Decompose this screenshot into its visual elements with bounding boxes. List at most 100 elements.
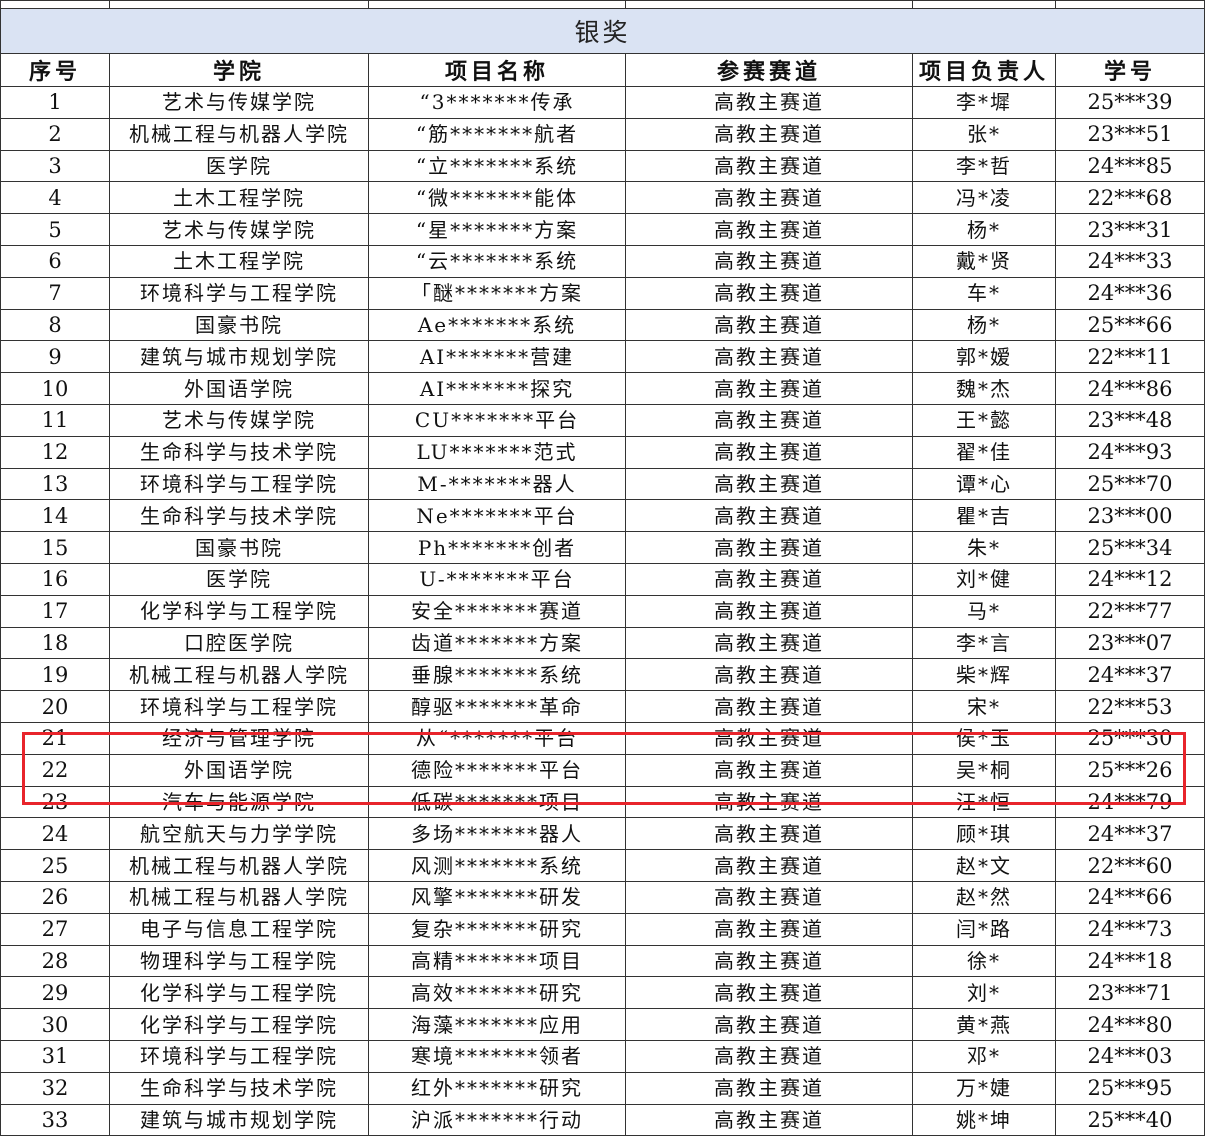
cell-student-id: 24***86 bbox=[1055, 372, 1205, 405]
table-row: 2 机械工程与机器人学院 “筋*******航者 高教主赛道 张* 23***51 bbox=[0, 117, 1205, 151]
cell-index: 32 bbox=[0, 1071, 110, 1105]
cell-index: 31 bbox=[0, 1039, 110, 1073]
table-row: 20 环境科学与工程学院 醇驱*******革命 高教主赛道 宋* 22***53 bbox=[0, 690, 1205, 723]
cell-track: 高教主赛道 bbox=[625, 785, 913, 819]
cell-leader: 朱* bbox=[912, 531, 1056, 564]
table-row: 27 电子与信息工程学院 复杂*******研究 高教主赛道 闫*路 24***73 bbox=[0, 912, 1205, 946]
table-row: 23 汽车与能源学院 低碳*******项目 高教主赛道 汪*恒 24***79 bbox=[0, 785, 1205, 819]
cell-college: 物理科学与工程学院 bbox=[109, 944, 369, 978]
cell-project-name: 垂腺*******系统 bbox=[368, 658, 626, 692]
cell-index: 11 bbox=[0, 403, 110, 437]
cell-leader: 李*言 bbox=[912, 626, 1056, 660]
cell-college: 机械工程与机器人学院 bbox=[109, 658, 369, 692]
cell-track: 高教主赛道 bbox=[625, 976, 913, 1010]
previous-row-cut bbox=[0, 0, 1205, 9]
table-row: 19 机械工程与机器人学院 垂腺*******系统 高教主赛道 柴*辉 24***37 bbox=[0, 658, 1205, 692]
cell-college: 外国语学院 bbox=[109, 753, 369, 787]
cell-project-name: 安全*******赛道 bbox=[368, 594, 626, 628]
cell-student-id: 22***77 bbox=[1055, 594, 1205, 628]
cell-student-id: 23***71 bbox=[1055, 976, 1205, 1010]
cell-leader: 黄*燕 bbox=[912, 1008, 1056, 1041]
cell-student-id: 24***33 bbox=[1055, 244, 1205, 278]
cell-leader: 柴*辉 bbox=[912, 658, 1056, 692]
cell-college: 机械工程与机器人学院 bbox=[109, 117, 369, 151]
cell-college: 建筑与城市规划学院 bbox=[109, 340, 369, 374]
cell-project-name: “立*******系统 bbox=[368, 149, 626, 183]
cell-student-id: 25***30 bbox=[1055, 721, 1205, 755]
cell-college: 艺术与传媒学院 bbox=[109, 403, 369, 437]
table-row: 8 国豪书院 Ae*******系统 高教主赛道 杨* 25***66 bbox=[0, 308, 1205, 342]
cell-index: 27 bbox=[0, 912, 110, 946]
cell-college: 外国语学院 bbox=[109, 372, 369, 405]
cell-leader: 马* bbox=[912, 594, 1056, 628]
cell-student-id: 24***36 bbox=[1055, 276, 1205, 310]
cell-track: 高教主赛道 bbox=[625, 435, 913, 469]
table-row: 26 机械工程与机器人学院 风擎*******研发 高教主赛道 赵*然 24***66 bbox=[0, 880, 1205, 914]
cell-project-name: 高精*******项目 bbox=[368, 944, 626, 978]
cell-track: 高教主赛道 bbox=[625, 658, 913, 692]
header-index: 序号 bbox=[0, 53, 110, 87]
cell-track: 高教主赛道 bbox=[625, 340, 913, 374]
cell-leader: 郭*嫒 bbox=[912, 340, 1056, 374]
cell-leader: 王*懿 bbox=[912, 403, 1056, 437]
cell-college: 汽车与能源学院 bbox=[109, 785, 369, 819]
cell-index: 17 bbox=[0, 594, 110, 628]
cell-college: 口腔医学院 bbox=[109, 626, 369, 660]
cell-index: 7 bbox=[0, 276, 110, 310]
cell-index: 24 bbox=[0, 817, 110, 851]
cell-college: 医学院 bbox=[109, 149, 369, 183]
table-row: 29 化学科学与工程学院 高效*******研究 高教主赛道 刘* 23***71 bbox=[0, 976, 1205, 1010]
cell-project-name: 多场*******器人 bbox=[368, 817, 626, 851]
cell-index: 33 bbox=[0, 1103, 110, 1136]
cell-leader: 万*婕 bbox=[912, 1071, 1056, 1105]
cell-project-name: 高效*******研究 bbox=[368, 976, 626, 1010]
cell-project-name: 醇驱*******革命 bbox=[368, 690, 626, 723]
cell-track: 高教主赛道 bbox=[625, 562, 913, 596]
cell-index: 29 bbox=[0, 976, 110, 1010]
cell-index: 16 bbox=[0, 562, 110, 596]
cell-project-name: 风擎*******研发 bbox=[368, 880, 626, 914]
cell-leader: 冯*凌 bbox=[912, 181, 1056, 215]
header-student-id: 学号 bbox=[1055, 53, 1205, 87]
cell-project-name: 沪派*******行动 bbox=[368, 1103, 626, 1136]
header-leader: 项目负责人 bbox=[912, 53, 1056, 87]
cell-student-id: 25***66 bbox=[1055, 308, 1205, 342]
cell-college: 国豪书院 bbox=[109, 308, 369, 342]
table-row: 18 口腔医学院 齿道*******方案 高教主赛道 李*言 23***07 bbox=[0, 626, 1205, 660]
cell-college: 医学院 bbox=[109, 562, 369, 596]
table-row: 13 环境科学与工程学院 M-*******器人 高教主赛道 谭*心 25***70 bbox=[0, 467, 1205, 501]
cell-project-name: M-*******器人 bbox=[368, 467, 626, 501]
cell-index: 12 bbox=[0, 435, 110, 469]
cell-index: 30 bbox=[0, 1008, 110, 1041]
cell-student-id: 24***37 bbox=[1055, 658, 1205, 692]
cell-project-name: 「醚*******方案 bbox=[368, 276, 626, 310]
cell-leader: 杨* bbox=[912, 213, 1056, 246]
cell-college: 生命科学与技术学院 bbox=[109, 499, 369, 533]
cell-track: 高教主赛道 bbox=[625, 690, 913, 723]
cell-index: 4 bbox=[0, 181, 110, 215]
header-project-name: 项目名称 bbox=[368, 53, 626, 87]
cell-track: 高教主赛道 bbox=[625, 86, 913, 119]
cell-leader: 瞿*吉 bbox=[912, 499, 1056, 533]
cell-project-name: Ae*******系统 bbox=[368, 308, 626, 342]
cell-index: 28 bbox=[0, 944, 110, 978]
cell-leader: 刘*健 bbox=[912, 562, 1056, 596]
cell-track: 高教主赛道 bbox=[625, 1039, 913, 1073]
cell-project-name: AI*******营建 bbox=[368, 340, 626, 374]
cell-leader: 李*墀 bbox=[912, 86, 1056, 119]
cell-track: 高教主赛道 bbox=[625, 308, 913, 342]
cell-index: 3 bbox=[0, 149, 110, 183]
cell-leader: 赵*然 bbox=[912, 880, 1056, 914]
cell-student-id: 24***93 bbox=[1055, 435, 1205, 469]
cell-track: 高教主赛道 bbox=[625, 880, 913, 914]
table-row: 1 艺术与传媒学院 “3*******传承 高教主赛道 李*墀 25***39 bbox=[0, 86, 1205, 119]
cell-leader: 汪*恒 bbox=[912, 785, 1056, 819]
cell-track: 高教主赛道 bbox=[625, 1071, 913, 1105]
cell-track: 高教主赛道 bbox=[625, 849, 913, 882]
cell-project-name: 德险*******平台 bbox=[368, 753, 626, 787]
cell-project-name: CU*******平台 bbox=[368, 403, 626, 437]
table-row: 16 医学院 U-*******平台 高教主赛道 刘*健 24***12 bbox=[0, 562, 1205, 596]
table-row: 7 环境科学与工程学院 「醚*******方案 高教主赛道 车* 24***36 bbox=[0, 276, 1205, 310]
table-row: 25 机械工程与机器人学院 风测*******系统 高教主赛道 赵*文 22***60 bbox=[0, 849, 1205, 882]
table-row: 30 化学科学与工程学院 海藻*******应用 高教主赛道 黄*燕 24***80 bbox=[0, 1008, 1205, 1041]
